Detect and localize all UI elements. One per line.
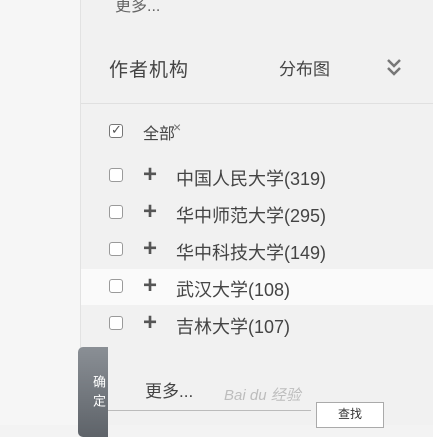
institution-label[interactable]: 武汉大学(108)	[176, 276, 290, 302]
more-institutions-link[interactable]: 更多...	[145, 377, 193, 402]
watermark: Bai du 经验	[224, 387, 301, 404]
all-label[interactable]: 全部	[143, 120, 175, 144]
left-strip	[0, 0, 80, 425]
institution-checkbox[interactable]	[109, 205, 123, 219]
distribution-chart-link[interactable]: 分布图	[279, 55, 330, 80]
institution-checkbox[interactable]	[109, 168, 123, 182]
expand-plus-icon[interactable]: +	[143, 235, 157, 263]
all-checkbox[interactable]	[109, 122, 123, 138]
expand-plus-icon[interactable]: +	[143, 272, 157, 300]
double-chevron-down-icon	[387, 59, 401, 76]
collapse-button[interactable]	[384, 52, 404, 82]
institution-checkbox[interactable]	[109, 242, 123, 256]
filter-panel: 更多... 作者机构 分布图 全部 × + 中国人民大学(319) + 华中师范…	[80, 0, 433, 428]
institution-row: + 华中科技大学(149)	[81, 232, 433, 268]
institution-label[interactable]: 吉林大学(107)	[176, 313, 290, 339]
close-icon[interactable]: ×	[173, 119, 181, 135]
institution-checkbox[interactable]	[109, 279, 123, 293]
bottom-divider	[81, 410, 311, 411]
expand-plus-icon[interactable]: +	[143, 161, 157, 189]
institution-row: + 武汉大学(108)	[81, 269, 433, 305]
all-row: 全部 ×	[81, 114, 433, 150]
expand-plus-icon[interactable]: +	[143, 198, 157, 226]
institution-label[interactable]: 华中科技大学(149)	[176, 239, 326, 265]
institution-row: + 中国人民大学(319)	[81, 158, 433, 194]
institution-label[interactable]: 中国人民大学(319)	[176, 165, 326, 191]
expand-plus-icon[interactable]: +	[143, 309, 157, 337]
top-more-link[interactable]: 更多...	[115, 0, 160, 16]
panel-title: 作者机构	[109, 60, 190, 81]
confirm-tab-button[interactable]: 确定	[78, 347, 108, 437]
search-button[interactable]: 查找	[316, 402, 384, 428]
institution-checkbox[interactable]	[109, 316, 123, 330]
header-divider	[81, 103, 433, 104]
institution-row: + 华中师范大学(295)	[81, 195, 433, 231]
institution-label[interactable]: 华中师范大学(295)	[176, 202, 326, 228]
institution-row: + 吉林大学(107)	[81, 306, 433, 342]
